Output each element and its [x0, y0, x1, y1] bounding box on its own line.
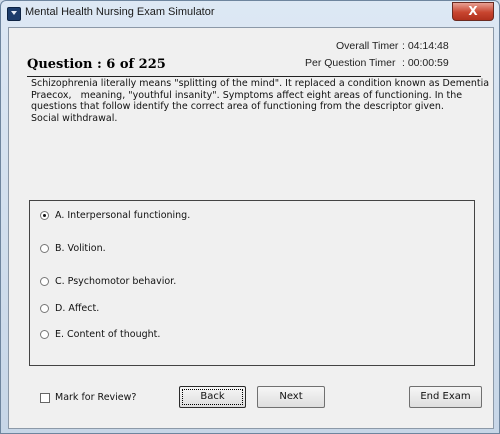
overall-timer-value: : 04:14:48	[402, 40, 449, 52]
option-e[interactable]: E. Content of thought.	[40, 327, 160, 341]
end-exam-button[interactable]: End Exam	[409, 386, 482, 408]
answer-options-group: A. Interpersonal functioning. B. Volitio…	[29, 200, 475, 366]
close-button[interactable]: X	[452, 2, 494, 21]
radio-icon[interactable]	[40, 329, 49, 339]
option-label: D. Affect.	[55, 302, 100, 314]
option-b[interactable]: B. Volition.	[40, 241, 106, 255]
question-line: Praecox, meaning, "youthful insanity". S…	[31, 89, 463, 101]
question-line: questions that follow identify the corre…	[31, 101, 444, 113]
mark-for-review-checkbox[interactable]: Mark for Review?	[40, 392, 136, 403]
option-d[interactable]: D. Affect.	[40, 301, 99, 315]
option-label: E. Content of thought.	[55, 328, 161, 340]
app-icon	[7, 7, 21, 21]
header-divider	[27, 76, 481, 77]
title-bar[interactable]: Mental Health Nursing Exam Simulator X	[1, 1, 499, 27]
option-c[interactable]: C. Psychomotor behavior.	[40, 274, 176, 288]
option-a[interactable]: A. Interpersonal functioning.	[40, 208, 190, 222]
question-line: Social withdrawal.	[31, 112, 118, 124]
option-label: C. Psychomotor behavior.	[55, 275, 177, 287]
question-timer-value: : 00:00:59	[402, 57, 449, 69]
review-label: Mark for Review?	[55, 392, 137, 403]
next-button[interactable]: Next	[257, 386, 325, 408]
radio-selected-icon[interactable]	[40, 210, 49, 220]
option-label: B. Volition.	[55, 242, 106, 254]
overall-timer-label: Overall Timer	[336, 40, 399, 52]
back-button[interactable]: Back	[179, 386, 246, 408]
question-counter: Question : 6 of 225	[27, 57, 166, 72]
question-line: Schizophrenia literally means "splitting…	[31, 78, 490, 89]
question-text: Schizophrenia literally means "splitting…	[31, 78, 490, 124]
window-title: Mental Health Nursing Exam Simulator	[25, 6, 215, 18]
option-label: A. Interpersonal functioning.	[55, 209, 191, 221]
radio-icon[interactable]	[40, 243, 49, 253]
question-timer-label: Per Question Timer	[305, 57, 396, 69]
radio-icon[interactable]	[40, 276, 49, 286]
checkbox-icon[interactable]	[40, 392, 50, 403]
radio-icon[interactable]	[40, 303, 49, 313]
